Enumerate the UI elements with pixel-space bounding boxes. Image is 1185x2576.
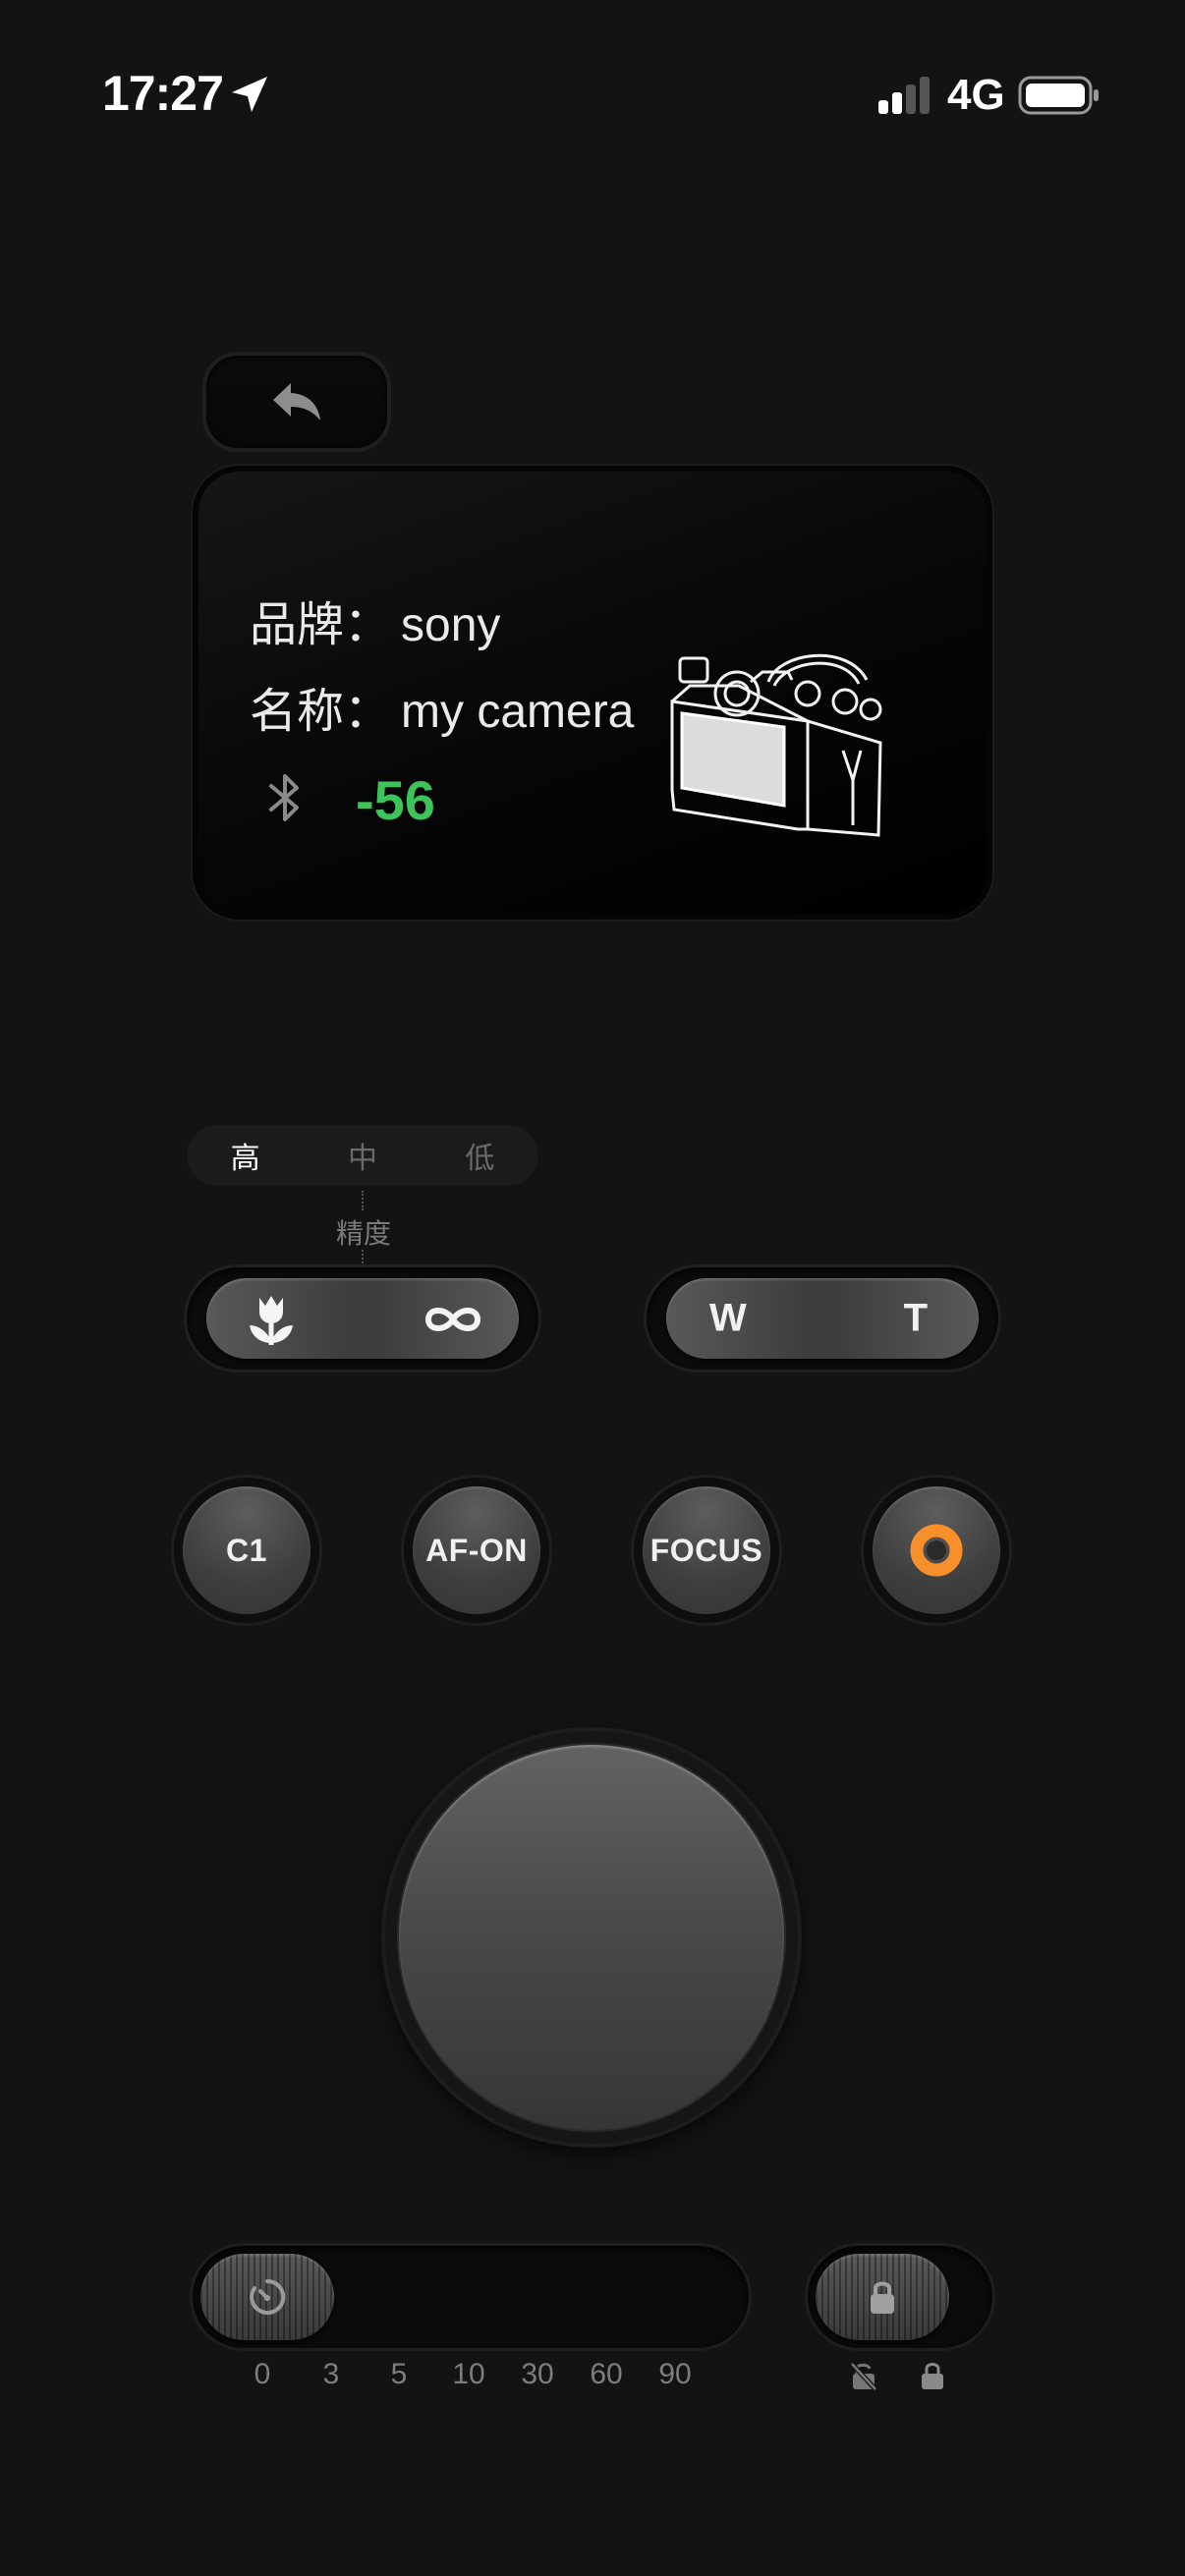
- signal-bars-icon: [878, 77, 930, 114]
- timer-tick[interactable]: 10: [452, 2358, 484, 2391]
- infinity-icon[interactable]: [423, 1302, 483, 1337]
- lock-slider[interactable]: [808, 2246, 992, 2348]
- battery-icon: [1018, 76, 1099, 115]
- timer-tick[interactable]: 5: [391, 2358, 408, 2391]
- brand-row: 品牌： sony: [250, 586, 500, 654]
- precision-option-high[interactable]: 高: [187, 1134, 304, 1177]
- timer-slider-knob[interactable]: [200, 2254, 334, 2340]
- precision-option-medium[interactable]: 中: [304, 1134, 421, 1177]
- precision-selector[interactable]: 高 中 低: [187, 1125, 538, 1186]
- zoom-wide-button[interactable]: W: [709, 1297, 747, 1341]
- zoom-track: W T: [666, 1278, 979, 1359]
- name-label: 名称：: [250, 686, 392, 738]
- focus-button[interactable]: FOCUS: [634, 1478, 779, 1623]
- device-info-card: 品牌： sony 名称： my camera -56: [193, 466, 992, 920]
- c1-button[interactable]: C1: [174, 1478, 319, 1623]
- precision-divider: [362, 1191, 364, 1210]
- timer-tick[interactable]: 60: [590, 2358, 622, 2391]
- name-value: my camera: [401, 686, 635, 738]
- timer-tick[interactable]: 90: [658, 2358, 691, 2391]
- macro-flower-icon[interactable]: [244, 1294, 299, 1347]
- timer-slider[interactable]: [193, 2246, 749, 2348]
- lock-icon: [871, 2281, 894, 2314]
- timer-tick[interactable]: 0: [254, 2358, 271, 2391]
- lock-slider-knob[interactable]: [816, 2254, 949, 2340]
- af-on-button-label: AF-ON: [413, 1486, 540, 1614]
- back-button[interactable]: [202, 352, 391, 452]
- shutter-button[interactable]: [385, 1731, 798, 2144]
- focus-button-label: FOCUS: [643, 1486, 770, 1614]
- precision-option-low[interactable]: 低: [422, 1134, 538, 1177]
- camera-illustration: [670, 653, 882, 837]
- timer-tick[interactable]: 3: [323, 2358, 340, 2391]
- precision-divider: [362, 1250, 364, 1263]
- zoom-toggle[interactable]: W T: [647, 1267, 998, 1370]
- bluetooth-icon: [269, 774, 299, 821]
- brand-label: 品牌：: [250, 599, 392, 651]
- timer-tick[interactable]: 30: [521, 2358, 553, 2391]
- c1-button-label: C1: [183, 1486, 310, 1614]
- record-button-face: [873, 1486, 1000, 1614]
- brand-value: sony: [401, 599, 501, 651]
- record-button[interactable]: [864, 1478, 1009, 1623]
- zoom-tele-button[interactable]: T: [904, 1297, 928, 1341]
- shutter-face: [399, 1745, 784, 2130]
- focus-range-toggle[interactable]: [187, 1267, 538, 1370]
- network-type: 4G: [947, 71, 1005, 119]
- af-on-button[interactable]: AF-ON: [404, 1478, 549, 1623]
- rssi-value: -56: [356, 769, 435, 831]
- location-arrow-icon: [232, 77, 267, 112]
- precision-caption: 精度: [335, 1218, 391, 1249]
- camera-remote-screen: 17:27 4G 品牌： sony 名称： my camera -56 高 中 …: [0, 0, 1185, 2576]
- back-arrow-icon: [273, 383, 320, 420]
- timer-icon: [250, 2278, 286, 2315]
- record-icon: [910, 1524, 963, 1577]
- status-time: 17:27: [102, 66, 224, 121]
- lock-icon[interactable]: [918, 2360, 947, 2391]
- focus-range-track: [206, 1278, 519, 1359]
- unlocked-icon[interactable]: [849, 2360, 878, 2391]
- name-row: 名称： my camera: [250, 672, 634, 741]
